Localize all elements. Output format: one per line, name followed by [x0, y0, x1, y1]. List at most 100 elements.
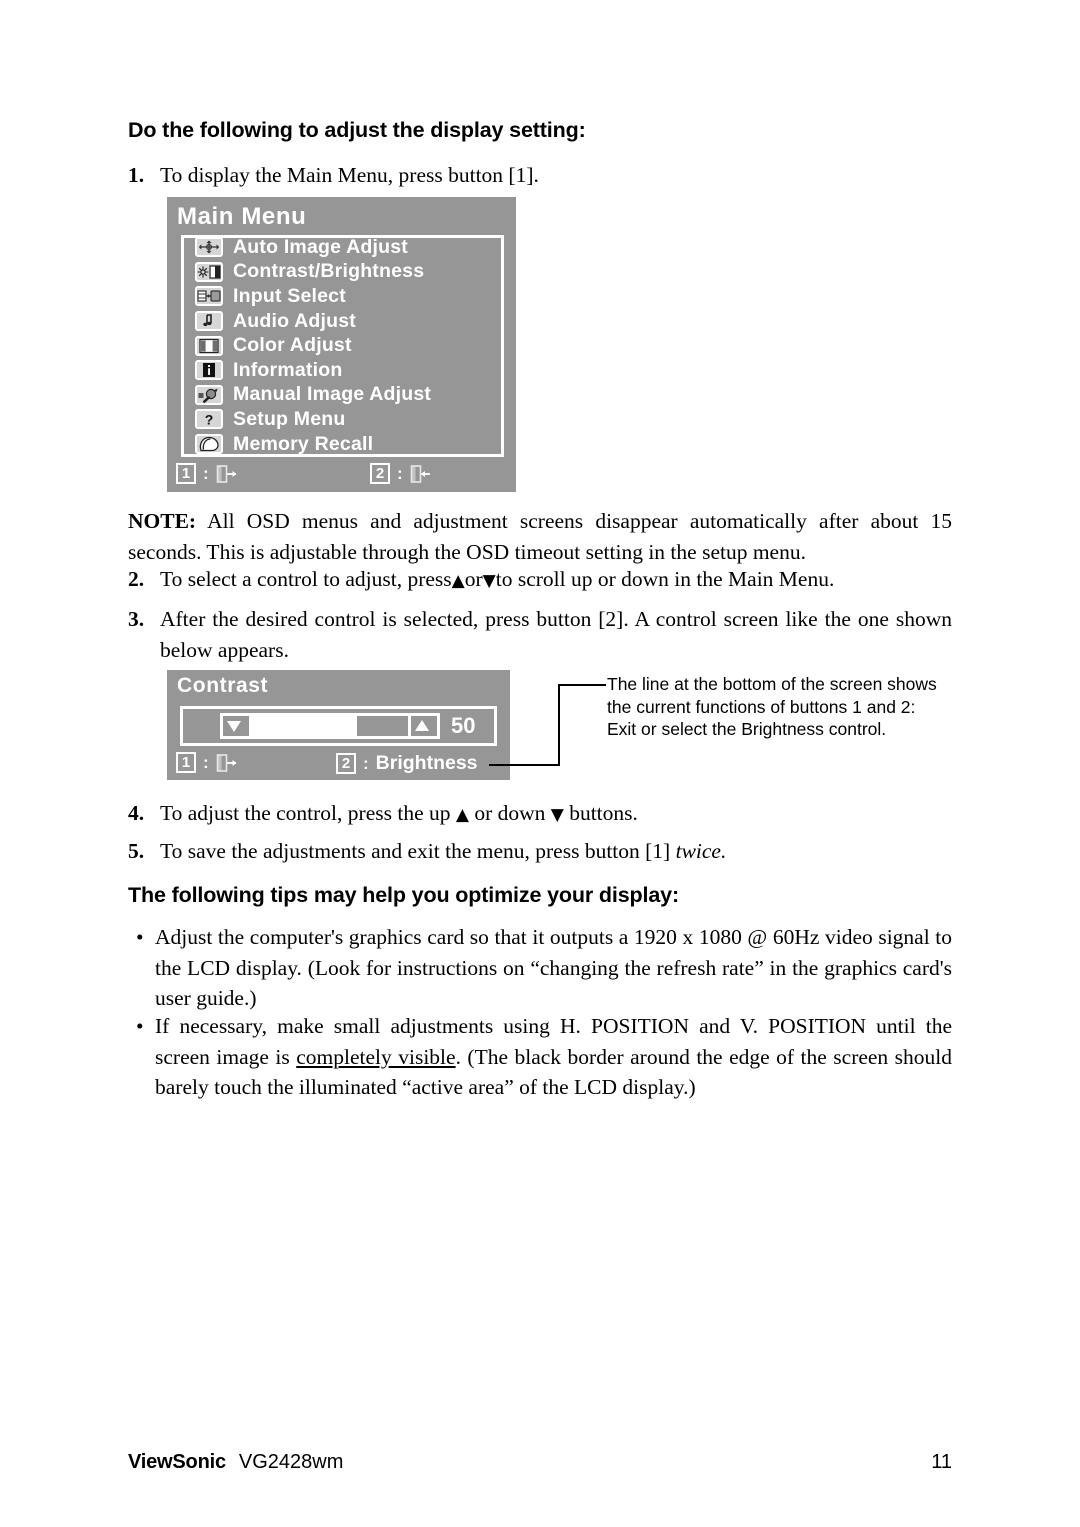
button-2-key-box: 2 [336, 753, 356, 774]
callout-leader-segment-horizontal-lower [489, 764, 560, 766]
manual-image-adjust-icon [195, 384, 223, 405]
osd-item-label: Input Select [233, 284, 346, 307]
osd-menu-item-list: Auto Image Adjust Contrast/Brightness In… [181, 235, 521, 457]
osd-item-label: Audio Adjust [233, 309, 356, 332]
step-4-text-after: buttons. [569, 801, 638, 825]
osd-item-manual-image-adjust[interactable]: Manual Image Adjust [181, 383, 521, 408]
step-2-number: 2. [128, 567, 145, 591]
setup-menu-icon: ? [195, 409, 223, 430]
enter-door-icon [410, 464, 432, 484]
step-4-text: To adjust the control, press the up ▲ or… [160, 798, 950, 831]
colon-separator: : [203, 752, 209, 772]
information-icon [195, 360, 223, 381]
osd-item-memory-recall[interactable]: Memory Recall [181, 432, 521, 457]
osd-item-label: Memory Recall [233, 432, 374, 455]
callout-leader-segment-vertical [558, 684, 560, 766]
osd-item-label: Information [233, 358, 343, 381]
page-number: 11 [931, 1451, 952, 1473]
exit-door-icon [216, 753, 238, 773]
note-label: NOTE: [128, 509, 197, 533]
osd-item-label: Setup Menu [233, 407, 346, 430]
tip-2-underlined-phrase: completely visible [296, 1044, 456, 1069]
slider-increase-button[interactable] [408, 716, 437, 736]
osd-title-main-menu: Main Menu [177, 203, 307, 230]
up-arrow-glyph: ▲ [455, 805, 469, 825]
step-1-number: 1. [128, 163, 145, 187]
step-3-text: After the desired control is selected, p… [160, 607, 952, 662]
callout-line-3: Exit or select the Brightness control. [607, 719, 887, 739]
exit-door-icon [216, 464, 238, 484]
button-1-key-box: 1 [176, 752, 196, 773]
memory-recall-icon [195, 434, 223, 455]
osd-item-label: Color Adjust [233, 334, 352, 357]
button-1-key-box: 1 [176, 463, 196, 484]
osd-function-button-2[interactable]: 2 : Brightness [336, 752, 478, 775]
callout-line-2: the current functions of buttons 1 and 2… [607, 696, 916, 717]
note-paragraph: NOTE: All OSD menus and adjustment scree… [128, 506, 952, 567]
step-3-number: 3. [128, 607, 145, 631]
callout-annotation: The line at the bottom of the screen sho… [607, 673, 955, 741]
step-2-text-before: To select a control to adjust, press [160, 567, 452, 591]
step-4-text-middle: or down [474, 801, 546, 825]
note-text: All OSD menus and adjustment screens dis… [128, 509, 952, 564]
osd-item-label: Auto Image Adjust [233, 235, 408, 258]
colon-separator: : [203, 463, 209, 483]
osd-function-button-2[interactable]: 2 : [370, 463, 432, 484]
button-2-function-label: Brightness [375, 752, 478, 774]
up-arrow-glyph: ▲ [451, 571, 465, 591]
colon-separator: : [363, 753, 369, 773]
section-heading-adjust-display: Do the following to adjust the display s… [128, 118, 586, 142]
osd-item-label: Manual Image Adjust [233, 383, 432, 406]
document-page: Do the following to adjust the display s… [0, 0, 1080, 1527]
osd-function-button-1[interactable]: 1 : [176, 463, 238, 484]
tip-2-text: If necessary, make small adjustments usi… [155, 1011, 952, 1103]
osd-function-button-1[interactable]: 1 : [176, 752, 238, 773]
tip-2-bullet: • [136, 1014, 144, 1038]
step-2-text-middle: or [464, 567, 483, 591]
slider-track[interactable] [252, 716, 408, 736]
contrast-slider[interactable] [220, 713, 440, 739]
osd-item-input-select[interactable]: Input Select [181, 284, 521, 309]
step-1-text: To display the Main Menu, press button [… [160, 163, 539, 187]
contrast-osd-screenshot: Contrast 50 1 : 2: Brightness [167, 670, 510, 780]
slider-decrease-button[interactable] [223, 716, 252, 736]
osd-item-setup-menu[interactable]: ? Setup Menu [181, 407, 521, 432]
audio-adjust-icon [195, 311, 223, 332]
osd-item-audio-adjust[interactable]: Audio Adjust [181, 309, 521, 334]
callout-leader-segment-horizontal-upper [558, 684, 606, 686]
color-adjust-icon [195, 335, 223, 356]
tip-1-text: Adjust the computer's graphics card so t… [155, 925, 952, 1010]
section-heading-optimize-tips: The following tips may help you optimize… [128, 883, 679, 907]
auto-image-adjust-icon [195, 237, 223, 258]
osd-title-contrast: Contrast [177, 674, 269, 697]
page-footer: ViewSonic VG2428wm 11 [128, 1451, 952, 1474]
step-5-text: To save the adjustments and exit the men… [160, 836, 950, 867]
step-4-text-before: To adjust the control, press the up [160, 801, 451, 825]
svg-text:?: ? [205, 412, 214, 427]
step-5-text-before: To save the adjustments and exit the men… [160, 839, 671, 863]
osd-item-information[interactable]: Information [181, 358, 521, 383]
step-2-text-after: to scroll up or down in the Main Menu. [495, 567, 835, 591]
down-arrow-glyph: ▼ [482, 571, 496, 591]
main-menu-osd-screenshot: Main Menu Auto Image Adjust Contrast/Bri… [167, 197, 516, 492]
step-5-text-after: . [720, 839, 727, 863]
slider-fill [252, 716, 357, 736]
osd-item-color-adjust[interactable]: Color Adjust [181, 333, 521, 358]
osd-item-contrast-brightness[interactable]: Contrast/Brightness [181, 260, 521, 285]
osd-item-auto-image-adjust[interactable]: Auto Image Adjust [181, 235, 521, 260]
step-5-number: 5. [128, 839, 145, 863]
model-name: VG2428wm [238, 1451, 344, 1473]
step-2-text: To select a control to adjust, press▲or▼… [160, 564, 960, 597]
contrast-brightness-icon [195, 261, 223, 282]
callout-line-1: The line at the bottom of the screen sho… [607, 674, 937, 694]
button-2-key-box: 2 [370, 463, 390, 484]
step-4-number: 4. [128, 801, 145, 825]
tip-1-bullet: • [136, 925, 144, 949]
down-arrow-glyph: ▼ [550, 805, 564, 825]
colon-separator: : [397, 463, 403, 483]
contrast-value: 50 [451, 713, 476, 738]
brand-name: ViewSonic [128, 1451, 226, 1473]
osd-item-label: Contrast/Brightness [233, 260, 425, 283]
step-5-emphasis: twice [675, 839, 721, 863]
input-select-icon [195, 286, 223, 307]
